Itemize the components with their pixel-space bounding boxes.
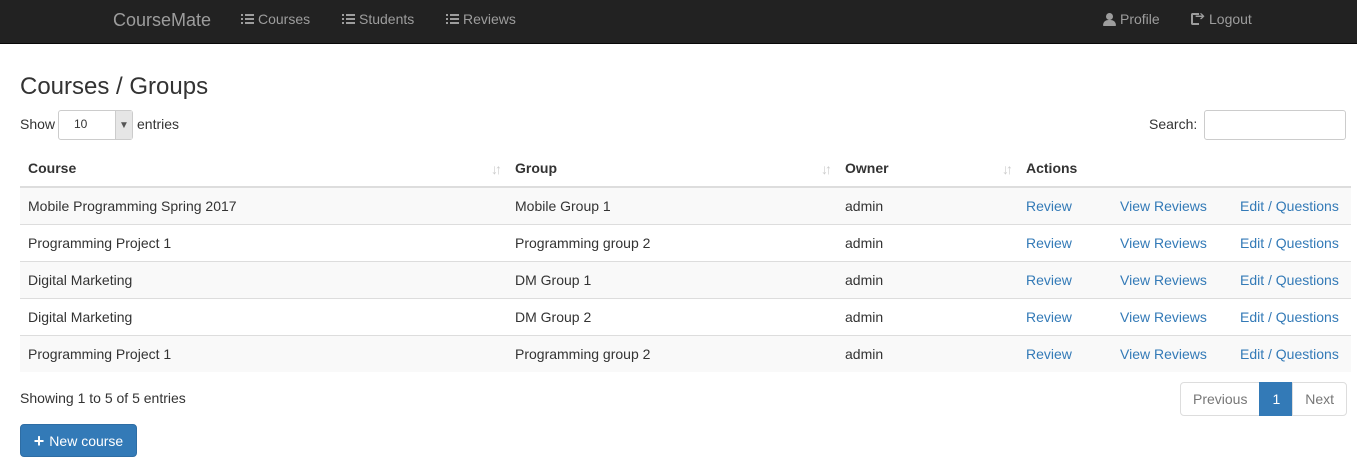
cell-group: Mobile Group 1: [515, 197, 611, 214]
page-title: Courses / Groups: [20, 73, 209, 100]
view-reviews-link[interactable]: View Reviews: [1120, 272, 1207, 288]
list-icon: [446, 13, 459, 25]
header-group[interactable]: Group ↓↑: [507, 150, 837, 188]
sort-icon: ↓↑: [1002, 161, 1013, 177]
cell-owner: admin: [837, 260, 1018, 298]
cell-course: Programming Project 1: [20, 223, 507, 261]
page-1-button[interactable]: 1: [1259, 382, 1294, 416]
nav-students-label: Students: [359, 11, 415, 27]
edit-questions-link[interactable]: Edit / Questions: [1240, 272, 1339, 288]
view-reviews-link[interactable]: View Reviews: [1120, 235, 1207, 251]
user-icon: [1103, 12, 1116, 26]
nav-reviews-label: Reviews: [463, 11, 516, 27]
cell-group: DM Group 1: [507, 260, 837, 298]
new-course-label: New course: [49, 432, 124, 449]
review-link[interactable]: Review: [1026, 198, 1072, 214]
edit-questions-link[interactable]: Edit / Questions: [1240, 198, 1339, 214]
nav-reviews[interactable]: Reviews: [446, 11, 516, 27]
review-link[interactable]: Review: [1026, 346, 1072, 362]
cell-owner: admin: [837, 223, 1018, 261]
nav-courses-label: Courses: [258, 11, 311, 27]
cell-course: Digital Marketing: [20, 297, 507, 335]
review-link[interactable]: Review: [1026, 235, 1072, 251]
table-header-row: Course ↓↑ Group ↓↑ Owner ↓↑ Actions: [20, 150, 1351, 188]
cell-owner: admin: [837, 297, 1018, 335]
view-reviews-link[interactable]: View Reviews: [1120, 309, 1207, 325]
page-length-value: 10: [74, 117, 88, 131]
cell-group: Programming group 2: [507, 223, 837, 261]
nav-logout[interactable]: Logout: [1191, 9, 1252, 27]
edit-questions-link[interactable]: Edit / Questions: [1240, 235, 1339, 251]
courses-table: Course ↓↑ Group ↓↑ Owner ↓↑ Actions Mobi…: [20, 150, 1351, 372]
next-button[interactable]: Next: [1292, 382, 1348, 416]
logout-icon: [1191, 9, 1205, 25]
table-row: Programming Project 1 Programming group …: [20, 334, 1351, 372]
nav-profile-label: Profile: [1120, 11, 1160, 27]
header-owner-label: Owner: [845, 160, 889, 176]
chevron-down-icon: ▼: [115, 111, 132, 139]
table-row: Programming Project 1 Programming group …: [20, 223, 1351, 261]
header-course[interactable]: Course ↓↑: [20, 150, 507, 188]
nav-students[interactable]: Students: [342, 11, 414, 27]
cell-course: Programming Project 1: [20, 334, 507, 372]
cell-course: Digital Marketing: [20, 260, 507, 298]
cell-group: DM Group 2: [507, 297, 837, 335]
show-label: Show: [20, 116, 56, 132]
brand-link[interactable]: CourseMate: [113, 10, 211, 31]
list-icon: [241, 13, 254, 25]
nav-courses[interactable]: Courses: [241, 11, 310, 27]
table-info: Showing 1 to 5 of 5 entries: [20, 390, 186, 406]
page-length-select[interactable]: 10 ▼: [58, 110, 133, 140]
header-course-label: Course: [28, 160, 77, 176]
search-input[interactable]: [1204, 110, 1346, 140]
header-owner[interactable]: Owner ↓↑: [837, 150, 1018, 188]
view-reviews-link[interactable]: View Reviews: [1120, 198, 1207, 214]
table-row: Digital Marketing DM Group 1 admin Revie…: [20, 260, 1351, 298]
plus-icon: +: [33, 430, 45, 451]
header-group-label: Group: [515, 160, 557, 176]
entries-label: entries: [137, 116, 180, 132]
cell-owner: admin: [837, 334, 1018, 372]
search-label: Search:: [1149, 116, 1198, 132]
table-row: Digital Marketing DM Group 2 admin Revie…: [20, 297, 1351, 335]
new-course-button[interactable]: + New course: [20, 424, 137, 457]
edit-questions-link[interactable]: Edit / Questions: [1240, 346, 1339, 362]
review-link[interactable]: Review: [1026, 309, 1072, 325]
header-actions-label: Actions: [1026, 160, 1078, 176]
view-reviews-link[interactable]: View Reviews: [1120, 346, 1207, 362]
table-row: Mobile Programming Spring 2017 Mobile Gr…: [20, 187, 1351, 224]
header-actions: Actions: [1018, 150, 1351, 188]
cell-owner: admin: [845, 197, 884, 214]
previous-button[interactable]: Previous: [1180, 382, 1261, 416]
edit-questions-link[interactable]: Edit / Questions: [1240, 309, 1339, 325]
nav-profile[interactable]: Profile: [1103, 11, 1160, 27]
sort-icon: ↓↑: [821, 161, 832, 177]
review-link[interactable]: Review: [1026, 272, 1072, 288]
top-navbar: CourseMate Courses Students Reviews Prof…: [0, 0, 1357, 44]
cell-course: Mobile Programming Spring 2017: [28, 197, 237, 214]
sort-icon: ↓↑: [491, 161, 502, 177]
pagination: Previous 1 Next: [1180, 382, 1348, 416]
list-icon: [342, 13, 355, 25]
nav-logout-label: Logout: [1209, 11, 1252, 27]
cell-group: Programming group 2: [507, 334, 837, 372]
